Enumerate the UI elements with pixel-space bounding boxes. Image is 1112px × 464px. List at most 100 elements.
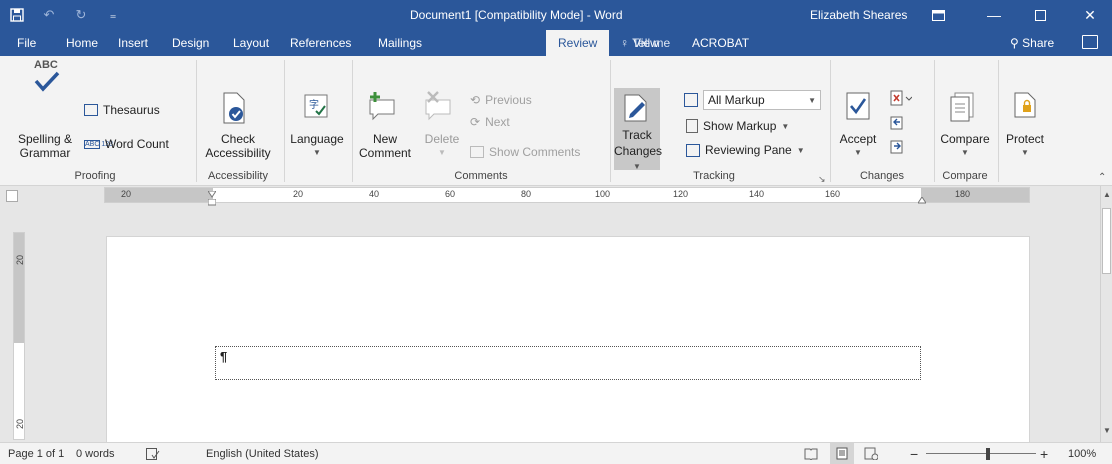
all-markup-select[interactable]: All Markup ▼ bbox=[703, 90, 821, 110]
all-markup-label: All Markup bbox=[708, 93, 765, 107]
share-button[interactable]: ⚲ Share bbox=[1010, 30, 1054, 56]
protect-button[interactable]: Protect ▼ bbox=[1000, 132, 1050, 160]
ribbon-tabs: File Home Insert Design Layout Reference… bbox=[0, 30, 1112, 56]
language-button[interactable]: Language ▼ bbox=[286, 132, 348, 160]
reviewing-pane-label: Reviewing Pane bbox=[705, 143, 792, 157]
proofing-status-icon[interactable] bbox=[146, 443, 160, 464]
track-changes-button[interactable]: Track Changes ▼ bbox=[614, 88, 662, 171]
zoom-level[interactable]: 100% bbox=[1068, 443, 1096, 464]
print-layout-icon[interactable] bbox=[830, 443, 854, 464]
next-change-icon[interactable] bbox=[890, 138, 904, 157]
spelling-label-line1: Spelling & bbox=[17, 132, 73, 146]
tell-me-label: Tell me bbox=[632, 36, 671, 50]
previous-comment-button[interactable]: ⟲ Previous bbox=[470, 90, 532, 110]
undo-icon[interactable]: ↶ bbox=[40, 6, 58, 24]
delete-comment-icon bbox=[422, 90, 454, 125]
reject-icon[interactable] bbox=[890, 90, 913, 109]
reviewing-pane-icon bbox=[686, 143, 700, 157]
status-bar: Page 1 of 1 0 words English (United Stat… bbox=[0, 442, 1112, 464]
language-icon: 字 bbox=[304, 94, 328, 121]
compare-button[interactable]: Compare ▼ bbox=[936, 132, 994, 160]
right-indent-marker[interactable] bbox=[917, 194, 927, 204]
check-label-line1: Check bbox=[220, 132, 255, 146]
group-separator bbox=[352, 60, 353, 182]
chevron-down-icon: ▼ bbox=[961, 148, 969, 157]
left-indent-marker[interactable] bbox=[207, 196, 217, 206]
thesaurus-button[interactable]: Thesaurus bbox=[84, 100, 160, 120]
user-name[interactable]: Elizabeth Sheares bbox=[810, 0, 907, 30]
scroll-down-icon[interactable]: ▼ bbox=[1103, 426, 1111, 435]
tab-review[interactable]: Review bbox=[546, 30, 610, 56]
spelling-grammar-button[interactable]: Spelling & Grammar bbox=[6, 132, 84, 160]
maximize-icon[interactable] bbox=[1018, 0, 1062, 30]
word-count-button[interactable]: ABC 123 Word Count bbox=[84, 134, 169, 154]
chevron-down-icon: ▼ bbox=[438, 148, 446, 157]
zoom-slider[interactable] bbox=[926, 453, 1036, 454]
tab-layout[interactable]: Layout bbox=[233, 30, 269, 56]
dialog-launcher-icon[interactable]: ↘ bbox=[818, 174, 826, 185]
ruler-label: 180 bbox=[955, 189, 971, 199]
tab-selector-icon[interactable] bbox=[6, 190, 18, 202]
tab-mailings[interactable]: Mailings bbox=[378, 30, 422, 56]
show-markup-icon bbox=[686, 119, 698, 133]
vertical-ruler[interactable]: 20 20 bbox=[13, 232, 25, 440]
previous-label: Previous bbox=[485, 93, 532, 107]
tab-insert[interactable]: Insert bbox=[118, 30, 148, 56]
word-count[interactable]: 0 words bbox=[76, 443, 115, 464]
tab-references[interactable]: References bbox=[290, 30, 351, 56]
save-icon[interactable] bbox=[8, 6, 26, 24]
scroll-up-icon[interactable]: ▲ bbox=[1103, 190, 1111, 199]
check-accessibility-button[interactable]: Check Accessibility bbox=[198, 132, 278, 160]
redo-icon[interactable]: ↻ bbox=[72, 6, 90, 24]
reviewing-pane-button[interactable]: Reviewing Pane ▼ bbox=[686, 140, 805, 160]
group-label-proofing: Proofing bbox=[74, 170, 116, 182]
first-line-indent-marker[interactable] bbox=[207, 188, 217, 198]
group-separator bbox=[830, 60, 831, 182]
display-for-review-select[interactable]: All Markup ▼ bbox=[684, 90, 821, 110]
zoom-in-button[interactable]: + bbox=[1040, 443, 1048, 464]
check-label-line2: Accessibility bbox=[205, 146, 271, 160]
previous-change-icon[interactable] bbox=[890, 114, 904, 133]
zoom-slider-thumb[interactable] bbox=[986, 448, 990, 460]
document-page[interactable]: ¶ bbox=[106, 236, 1030, 446]
tab-acrobat[interactable]: ACROBAT bbox=[692, 30, 749, 56]
track-changes-icon bbox=[624, 94, 650, 125]
comments-pane-icon[interactable] bbox=[1082, 35, 1098, 49]
new-comment-line2: Comment bbox=[358, 146, 411, 160]
scrollbar-thumb[interactable] bbox=[1102, 208, 1111, 274]
text-box[interactable]: ¶ bbox=[215, 346, 921, 380]
show-comments-button[interactable]: Show Comments bbox=[470, 142, 580, 162]
web-layout-icon[interactable] bbox=[864, 443, 879, 464]
read-mode-icon[interactable] bbox=[804, 443, 818, 464]
new-comment-button[interactable]: New Comment bbox=[356, 132, 414, 160]
lightbulb-icon: ♀ bbox=[620, 36, 629, 50]
word-count-icon: ABC 123 bbox=[84, 139, 114, 149]
ruler-label: 100 bbox=[595, 189, 611, 199]
close-icon[interactable]: ✕ bbox=[1068, 0, 1112, 30]
show-comments-label: Show Comments bbox=[489, 145, 581, 159]
delete-comment-button[interactable]: Delete ▼ bbox=[420, 132, 464, 160]
horizontal-ruler[interactable]: 20 20 40 60 80 100 120 140 160 180 bbox=[104, 187, 1030, 206]
language-status[interactable]: English (United States) bbox=[206, 443, 319, 464]
group-label-compare: Compare bbox=[942, 170, 988, 182]
collapse-ribbon-icon[interactable]: ⌃ bbox=[1098, 172, 1106, 183]
ribbon-review: ABC Spelling & Grammar Thesaurus ABC 123… bbox=[0, 56, 1112, 186]
tab-design[interactable]: Design bbox=[172, 30, 209, 56]
minimize-icon[interactable]: — bbox=[972, 0, 1016, 30]
ruler-label: 60 bbox=[445, 189, 456, 199]
next-comment-button[interactable]: ⟳ Next bbox=[470, 112, 510, 132]
vertical-scrollbar[interactable]: ▲ ▼ bbox=[1100, 186, 1112, 442]
chevron-down-icon: ▼ bbox=[808, 95, 816, 105]
show-markup-button[interactable]: Show Markup ▼ bbox=[686, 116, 789, 136]
zoom-out-button[interactable]: − bbox=[910, 443, 918, 464]
accept-button[interactable]: Accept ▼ bbox=[832, 132, 884, 160]
tab-home[interactable]: Home bbox=[66, 30, 98, 56]
show-comments-icon bbox=[470, 146, 484, 158]
tab-file[interactable]: File bbox=[17, 30, 36, 56]
tell-me-search[interactable]: ♀ Tell me bbox=[620, 30, 670, 56]
customize-qat-icon[interactable]: ₌ bbox=[104, 6, 122, 24]
check-accessibility-icon bbox=[222, 92, 246, 127]
ribbon-display-options-icon[interactable] bbox=[916, 0, 960, 30]
page-count[interactable]: Page 1 of 1 bbox=[8, 443, 64, 464]
chevron-down-icon: ▼ bbox=[313, 148, 321, 157]
